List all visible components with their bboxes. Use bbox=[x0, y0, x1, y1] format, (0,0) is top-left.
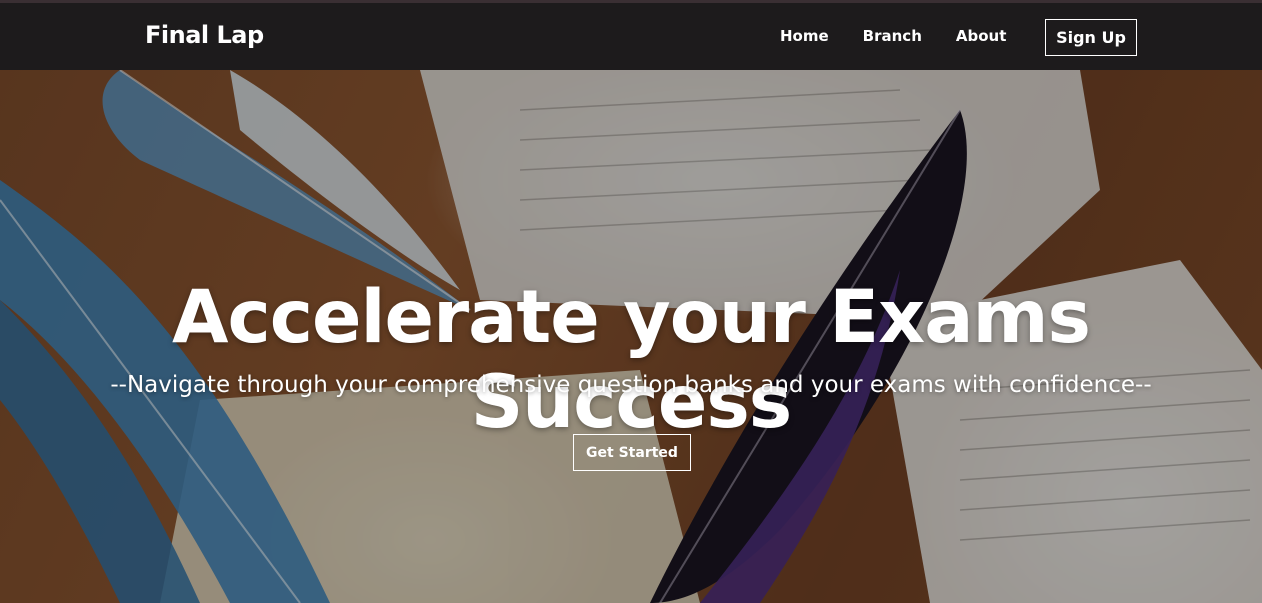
brand-logo[interactable]: Final Lap bbox=[145, 21, 264, 49]
hero-title: Accelerate your Exams Success bbox=[171, 275, 1091, 445]
nav-link-about[interactable]: About bbox=[956, 27, 1007, 45]
hero-section: Accelerate your Exams Success --Navigate… bbox=[0, 70, 1262, 603]
navbar: Final Lap Home Branch About Sign Up bbox=[0, 0, 1262, 70]
hero-subtitle: --Navigate through your comprehensive qu… bbox=[110, 372, 1152, 398]
signup-button[interactable]: Sign Up bbox=[1045, 19, 1137, 56]
nav-link-branch[interactable]: Branch bbox=[863, 27, 922, 45]
nav-link-home[interactable]: Home bbox=[780, 27, 829, 45]
nav-links: Home Branch About bbox=[780, 27, 1040, 45]
get-started-button[interactable]: Get Started bbox=[573, 434, 691, 471]
